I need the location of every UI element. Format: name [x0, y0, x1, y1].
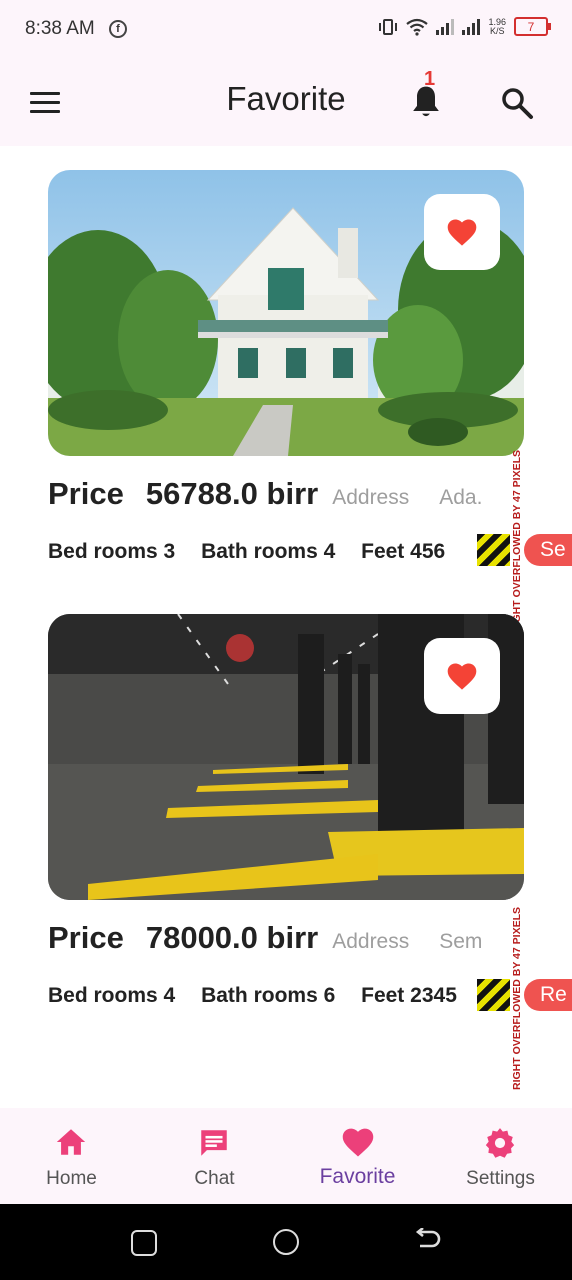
nav-chat-label: Chat: [194, 1168, 235, 1189]
app-bar: Favorite 1: [0, 58, 572, 146]
heart-icon: [447, 663, 477, 690]
parking-photo[interactable]: [48, 614, 524, 900]
address-label: Address: [332, 486, 410, 509]
signal-icon-2: [462, 18, 481, 35]
bedrooms-value: 3: [163, 540, 176, 563]
price-value: 78000.0 birr: [145, 920, 319, 955]
price-value: 56788.0 birr: [145, 476, 319, 511]
details-row: Bed rooms 3 Bath rooms 4 Feet 456: [48, 525, 488, 575]
nav-chat[interactable]: Chat: [143, 1108, 286, 1204]
feet-label: Feet: [361, 540, 405, 563]
bathrooms-label: Bath rooms: [201, 984, 318, 1007]
price-row: Price 56788.0 birr Address Ada.: [48, 470, 518, 520]
bedrooms-label: Bed rooms: [48, 984, 158, 1007]
heart-icon: [342, 1128, 374, 1157]
price-row: Price 78000.0 birr Address Sem: [48, 914, 518, 964]
heart-icon: [447, 219, 477, 246]
listing-card[interactable]: Price 56788.0 birr Address Ada. Bed rooms 3…: [48, 170, 524, 563]
feet-label: Feet: [361, 984, 405, 1007]
favorite-button[interactable]: [424, 638, 500, 714]
status-icons: 1.96 K/S 7: [378, 17, 551, 36]
bedrooms-label: Bed rooms: [48, 540, 158, 563]
wifi-icon: [406, 18, 429, 36]
bathrooms-value: 6: [323, 984, 336, 1007]
price-label: Price: [48, 476, 124, 511]
overflow-warning-text: RIGHT OVERFLOWED BY 47 PIXELS: [511, 449, 523, 633]
action-pill[interactable]: Re: [524, 979, 572, 1011]
home-icon: [56, 1129, 86, 1155]
price-label: Price: [48, 920, 124, 955]
nav-favorite[interactable]: Favorite: [286, 1108, 429, 1204]
network-speed-unit: K/S: [489, 25, 505, 36]
listing-card[interactable]: Price 78000.0 birr Address Sem Bed rooms 4 …: [48, 614, 524, 1007]
gear-icon: [485, 1128, 515, 1158]
address-label: Address: [332, 930, 410, 953]
overflow-warning-text: RIGHT OVERFLOWED BY 47 PIXELS: [511, 906, 523, 1090]
address-value: Sem: [439, 930, 483, 953]
feet-value: 456: [410, 540, 446, 563]
action-pill[interactable]: Se: [524, 534, 572, 566]
nav-home[interactable]: Home: [0, 1108, 143, 1204]
overflow-warning-stripe: [477, 534, 510, 566]
home-button[interactable]: [273, 1229, 299, 1255]
back-icon[interactable]: [414, 1228, 442, 1254]
address-value: Ada.: [439, 486, 483, 509]
recent-apps-button[interactable]: [131, 1230, 157, 1256]
facebook-notification-icon: f: [109, 20, 127, 38]
bottom-navigation: Home Chat Favorite Settings: [0, 1108, 572, 1204]
system-navigation-bar: [0, 1204, 572, 1280]
bathrooms-label: Bath rooms: [201, 540, 318, 563]
house-photo[interactable]: [48, 170, 524, 456]
details-row: Bed rooms 4 Bath rooms 6 Feet 2345: [48, 969, 488, 1019]
battery-indicator: 7: [514, 17, 551, 36]
nav-settings[interactable]: Settings: [429, 1108, 572, 1204]
network-speed: 1.96 K/S: [488, 17, 506, 36]
search-icon[interactable]: [500, 86, 534, 120]
nav-favorite-label: Favorite: [319, 1165, 396, 1188]
notification-badge: 1: [424, 68, 436, 90]
vibrate-icon: [379, 18, 398, 35]
favorite-button[interactable]: [424, 194, 500, 270]
status-time: 8:38 AM: [25, 18, 95, 39]
feet-value: 2345: [410, 984, 457, 1007]
page-title: Favorite: [226, 80, 346, 117]
nav-settings-label: Settings: [466, 1168, 535, 1189]
nav-home-label: Home: [46, 1168, 97, 1189]
bedrooms-value: 4: [163, 984, 176, 1007]
status-bar: 8:38 AM f 1.96 K/S 7: [0, 0, 572, 58]
bathrooms-value: 4: [323, 540, 336, 563]
overflow-warning-stripe: [477, 979, 510, 1011]
chat-icon: [201, 1130, 227, 1156]
signal-icon-1: [436, 18, 455, 35]
